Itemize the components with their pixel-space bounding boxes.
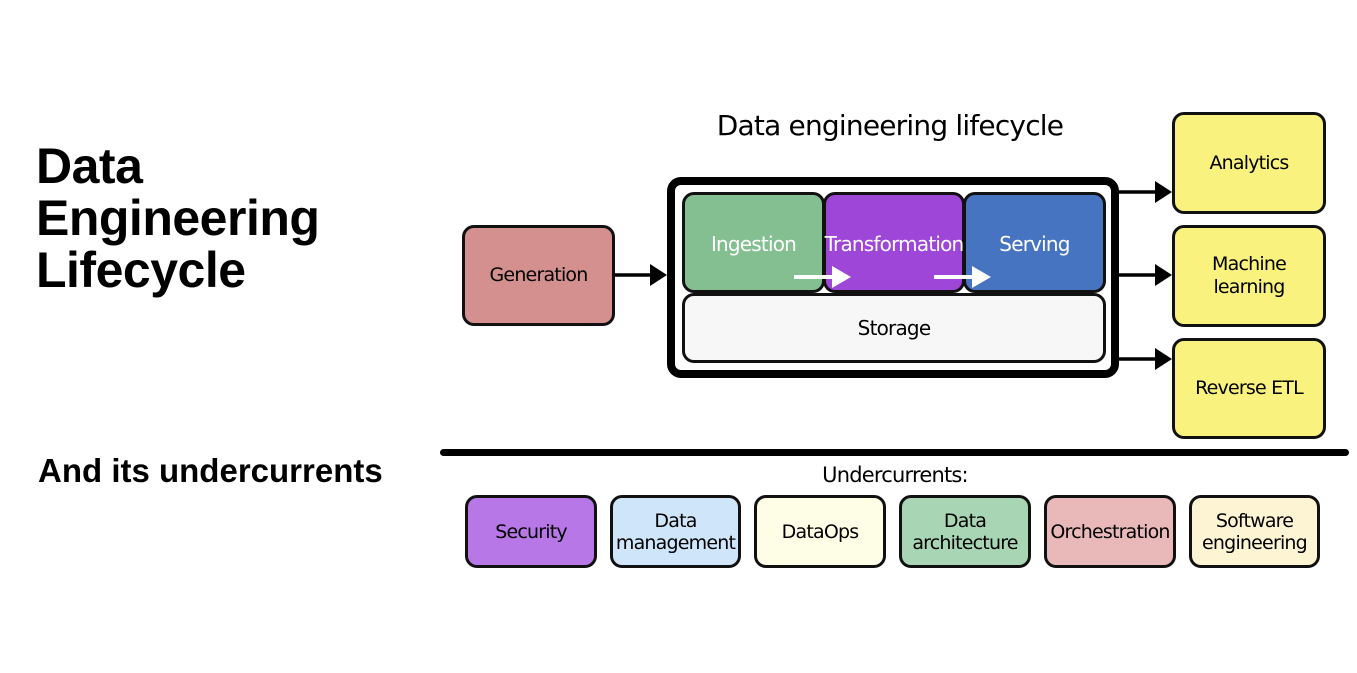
section-divider [440,449,1349,456]
undercurrent-data-management: Data management [610,495,741,568]
page-subtitle: And its undercurrents [38,452,383,489]
arrow-to-reverse-etl [1119,348,1172,370]
stage-ingestion: Ingestion [682,192,825,293]
generation-box: Generation [462,225,615,326]
page-title: Data Engineering Lifecycle [36,138,320,298]
page-title-line-1: Data [36,138,143,194]
arrow-to-machine-learning [1119,264,1172,286]
output-machine-learning: Machine learning [1172,225,1326,327]
arrow-generation-to-lifecycle [615,264,667,286]
undercurrent-software-engineering: Software engineering [1189,495,1320,568]
output-reverse-etl: Reverse ETL [1172,338,1326,439]
arrow-to-analytics [1119,181,1172,203]
undercurrent-security: Security [465,495,597,568]
page-title-line-3: Lifecycle [36,242,246,298]
stage-transformation: Transformation [823,192,965,293]
storage-box: Storage [682,293,1106,363]
undercurrent-orchestration: Orchestration [1044,495,1176,568]
undercurrent-dataops: DataOps [754,495,886,568]
page-title-line-2: Engineering [36,190,320,246]
undercurrents-label: Undercurrents: [822,463,968,487]
lifecycle-title: Data engineering lifecycle [716,109,1064,142]
output-analytics: Analytics [1172,112,1326,214]
undercurrent-data-architecture: Data architecture [899,495,1031,568]
stage-serving: Serving [963,192,1106,293]
